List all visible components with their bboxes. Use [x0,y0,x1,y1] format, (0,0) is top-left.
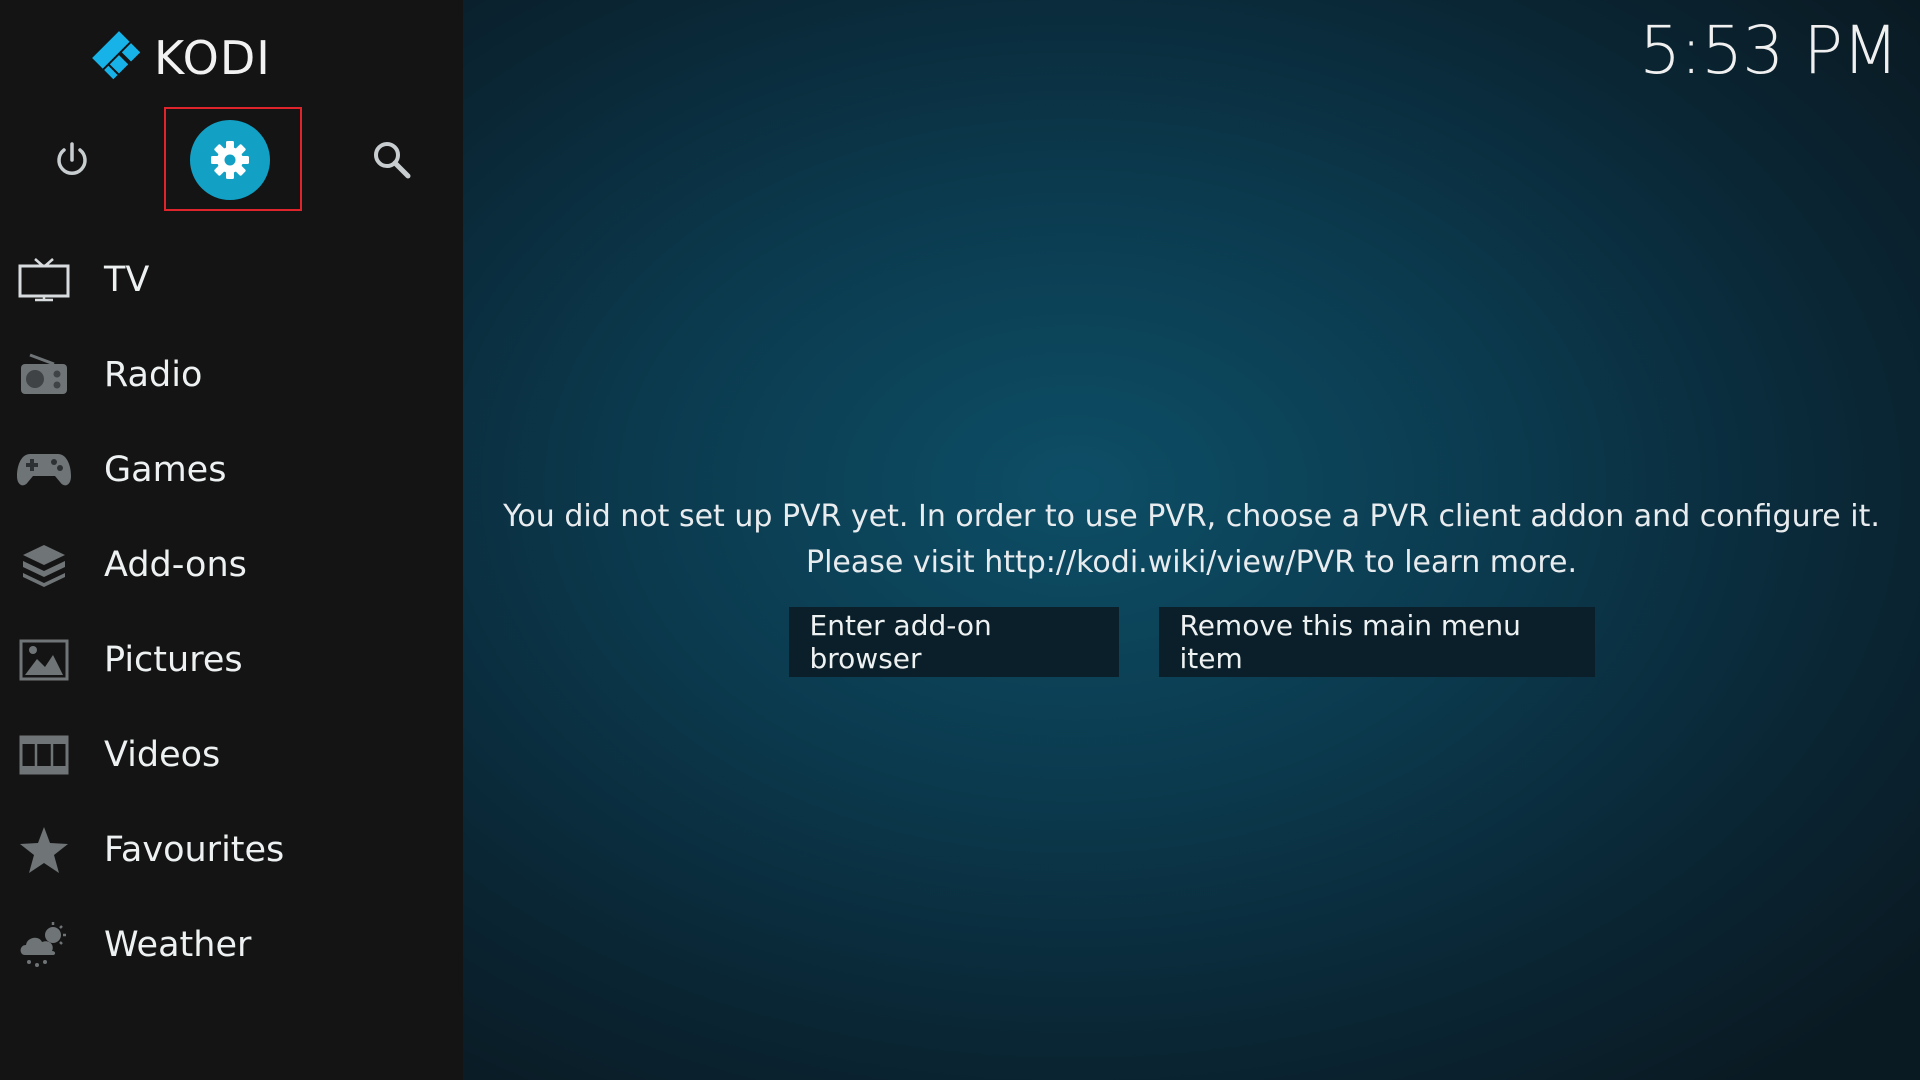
menu-item-addons[interactable]: Add-ons [0,525,463,605]
tv-icon [14,250,74,310]
enter-addon-browser-button[interactable]: Enter add-on browser [788,607,1119,677]
menu-item-videos[interactable]: Videos [0,715,463,795]
menu-item-pictures[interactable]: Pictures [0,620,463,700]
menu-item-weather[interactable]: Weather [0,905,463,985]
menu-item-label: Pictures [104,640,243,680]
kodi-logo-icon [92,31,141,80]
weather-icon [14,915,74,975]
film-icon [14,725,74,785]
menu-item-radio[interactable]: Radio [0,335,463,415]
menu-item-tv[interactable]: TV [0,240,463,320]
menu-item-label: Radio [104,355,203,395]
menu-item-games[interactable]: Games [0,430,463,510]
search-icon [374,142,411,179]
remove-menu-item-button[interactable]: Remove this main menu item [1158,607,1595,677]
star-icon [14,820,74,880]
menu-item-label: Weather [104,925,252,965]
radio-icon [14,345,74,405]
settings-highlight-box [164,107,302,211]
kodi-home-screen: KODI TV Radio Games Add-ons Pictures Vid… [0,0,1920,1080]
pvr-message: You did not set up PVR yet. In order to … [463,494,1920,586]
action-buttons: Enter add-on browser Remove this main me… [463,607,1920,677]
sidebar: KODI TV Radio Games Add-ons Pictures Vid… [0,0,463,1080]
menu-item-label: Videos [104,735,221,775]
power-icon [57,142,87,175]
pvr-message-line2: Please visit http://kodi.wiki/view/PVR t… [805,545,1578,580]
kodi-logo-text: KODI [154,31,271,85]
menu-item-label: Add-ons [104,545,247,585]
pvr-message-line1: You did not set up PVR yet. In order to … [503,499,1880,534]
power-button[interactable] [44,132,100,188]
search-button[interactable] [364,132,420,188]
addons-box-icon [14,535,74,595]
menu-item-label: Favourites [104,830,285,870]
gamepad-icon [14,440,74,500]
menu-item-favourites[interactable]: Favourites [0,810,463,890]
main-content: 5:53 PM You did not set up PVR yet. In o… [463,0,1920,1080]
kodi-logo: KODI [92,30,271,86]
clock: 5:53 PM [1639,12,1899,89]
picture-icon [14,630,74,690]
menu-item-label: Games [104,450,227,490]
menu-item-label: TV [104,260,150,300]
